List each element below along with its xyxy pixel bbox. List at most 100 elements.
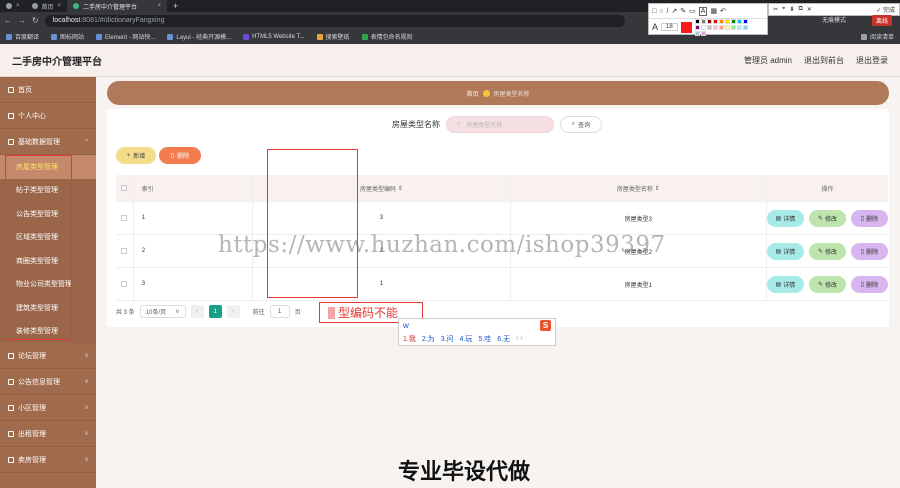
browser-tab-1[interactable]: ×	[0, 0, 26, 12]
remove-button[interactable]: ▯ 删除	[850, 209, 888, 227]
ime-prev-next-icon[interactable]: ‹ ›	[516, 335, 523, 342]
color-swatch[interactable]	[694, 30, 700, 36]
sidebar-item-forum[interactable]: 论坛管理 v	[0, 343, 96, 369]
sidebar-item-sale[interactable]: 卖房管理 v	[0, 447, 96, 473]
forward-icon[interactable]: →	[18, 16, 26, 25]
line-tool-icon[interactable]: /	[666, 8, 668, 15]
ime-candidate[interactable]: 4.玩	[460, 334, 473, 344]
color-swatch[interactable]	[694, 18, 700, 24]
ime-candidate[interactable]: 3.问	[441, 334, 454, 344]
color-swatch[interactable]	[742, 18, 748, 24]
color-swatch[interactable]	[718, 18, 724, 24]
bookmark-item[interactable]: 搜索壁纸	[316, 32, 350, 41]
row-checkbox[interactable]	[121, 215, 128, 221]
color-swatch[interactable]	[730, 24, 736, 30]
page-size-select[interactable]: 10条/页 v	[139, 305, 186, 318]
header-name[interactable]: 房屋类型名称 ⇕	[511, 175, 767, 201]
color-swatch[interactable]	[700, 18, 706, 24]
rect-tool-icon[interactable]: □	[652, 8, 656, 15]
eraser-icon[interactable]: ✂	[773, 6, 778, 13]
edit-button[interactable]: ✎ 修改	[808, 242, 846, 260]
browser-tab-active[interactable]: 二手房中介管理平台 ×	[67, 0, 168, 12]
sidebar-item-rent[interactable]: 出租管理 v	[0, 421, 96, 447]
pin-icon[interactable]: ⌖	[782, 6, 785, 13]
ime-candidate[interactable]: 6.无	[497, 334, 510, 344]
bookmark-item[interactable]: 百度翻译	[6, 32, 39, 41]
page-number-current[interactable]: 1	[208, 305, 222, 318]
close-tab-icon[interactable]: ×	[158, 3, 162, 9]
ime-candidate[interactable]: 2.为	[422, 334, 435, 344]
edit-button[interactable]: ✎ 修改	[808, 209, 846, 227]
mosaic-tool-icon[interactable]: ▦	[710, 7, 717, 15]
promo-text: 专业毕设代做	[398, 459, 531, 484]
color-swatch[interactable]	[694, 24, 700, 30]
sidebar-item-profile[interactable]: 个人中心	[0, 103, 96, 129]
current-color-swatch[interactable]	[680, 21, 692, 33]
offline-badge[interactable]: 离线	[871, 15, 892, 26]
color-swatch[interactable]	[706, 24, 712, 30]
color-swatch[interactable]	[700, 24, 706, 30]
close-tab-icon[interactable]: ×	[16, 3, 20, 9]
font-size-select[interactable]: 18	[661, 23, 678, 31]
bookmark-item[interactable]: Layui - 经典开源模...	[167, 32, 231, 41]
color-swatch[interactable]	[730, 18, 736, 24]
next-page-button[interactable]: ›	[226, 305, 240, 318]
sidebar-item-home[interactable]: 首页	[0, 77, 96, 103]
pen-tool-icon[interactable]: ✎	[680, 7, 686, 15]
color-swatch[interactable]	[712, 24, 718, 30]
new-tab-icon[interactable]: +	[167, 1, 184, 11]
reading-list[interactable]: 阅读清单	[860, 32, 894, 41]
exit-front-link[interactable]: 退出到前台	[804, 55, 844, 66]
detail-button[interactable]: ▤ 详情	[766, 275, 804, 293]
finish-button[interactable]: ✓ 完成	[876, 5, 895, 14]
marker-tool-icon[interactable]: ▭	[689, 7, 696, 15]
bookmark-item[interactable]: 图标网站	[51, 32, 84, 41]
detail-button[interactable]: ▤ 详情	[766, 242, 804, 260]
reload-icon[interactable]: ↻	[32, 16, 39, 25]
search-input[interactable]: ⌕ 房屋类型名称	[446, 116, 554, 133]
bookmark-item[interactable]: HTML5 Website T...	[243, 33, 305, 40]
back-icon[interactable]: ←	[4, 16, 12, 25]
color-swatch[interactable]	[736, 24, 742, 30]
ime-candidate[interactable]: 1.我	[403, 334, 416, 344]
add-button[interactable]: + 新增	[116, 147, 156, 164]
ellipse-tool-icon[interactable]: ○	[659, 8, 663, 15]
detail-button[interactable]: ▤ 详情	[766, 209, 804, 227]
color-swatch[interactable]	[718, 24, 724, 30]
row-checkbox[interactable]	[121, 281, 128, 287]
save-icon[interactable]: ⬇	[789, 6, 794, 13]
ime-candidate[interactable]: 5.哇	[478, 334, 491, 344]
color-swatch[interactable]	[736, 18, 742, 24]
undo-icon[interactable]: ↶	[720, 7, 726, 15]
copy-icon[interactable]: ⧉	[798, 6, 802, 13]
sidebar-item-basedata[interactable]: 基础数据管理 ^	[0, 129, 96, 155]
remove-button[interactable]: ▯ 删除	[850, 275, 888, 293]
sidebar-item-notice[interactable]: 公告信息管理 v	[0, 369, 96, 395]
row-checkbox[interactable]	[121, 248, 128, 254]
browser-tab-2[interactable]: 首页 ×	[26, 0, 68, 12]
color-swatch[interactable]	[706, 18, 712, 24]
edit-button[interactable]: ✎ 修改	[808, 275, 846, 293]
goto-page-input[interactable]: 1	[269, 305, 290, 318]
remove-button[interactable]: ▯ 删除	[850, 242, 888, 260]
sidebar-item-community[interactable]: 小区管理 v	[0, 395, 96, 421]
url-input[interactable]: localhost:8081/#/dictionaryFangxing	[44, 14, 625, 27]
query-button[interactable]: ⌕ 查询	[560, 116, 602, 133]
color-swatch[interactable]	[700, 30, 706, 36]
breadcrumb-home[interactable]: 首页	[466, 89, 478, 98]
prev-page-button[interactable]: ‹	[190, 305, 204, 318]
color-swatch[interactable]	[712, 18, 718, 24]
arrow-tool-icon[interactable]: ↗	[671, 7, 677, 15]
delete-button[interactable]: ▯ 删除	[159, 147, 201, 164]
trash-icon: ▯	[170, 153, 175, 159]
bookmark-item[interactable]: Element - 网站快...	[96, 32, 155, 41]
bookmark-item[interactable]: 表情包命名规则	[361, 32, 413, 41]
select-all-checkbox[interactable]	[121, 185, 128, 191]
close-tab-icon[interactable]: ×	[58, 3, 62, 9]
text-tool-icon[interactable]: A	[698, 6, 708, 16]
color-swatch[interactable]	[724, 24, 730, 30]
color-swatch[interactable]	[742, 24, 748, 30]
cancel-icon[interactable]: ✕	[807, 6, 812, 13]
logout-link[interactable]: 退出登录	[856, 55, 888, 66]
color-swatch[interactable]	[724, 18, 730, 24]
